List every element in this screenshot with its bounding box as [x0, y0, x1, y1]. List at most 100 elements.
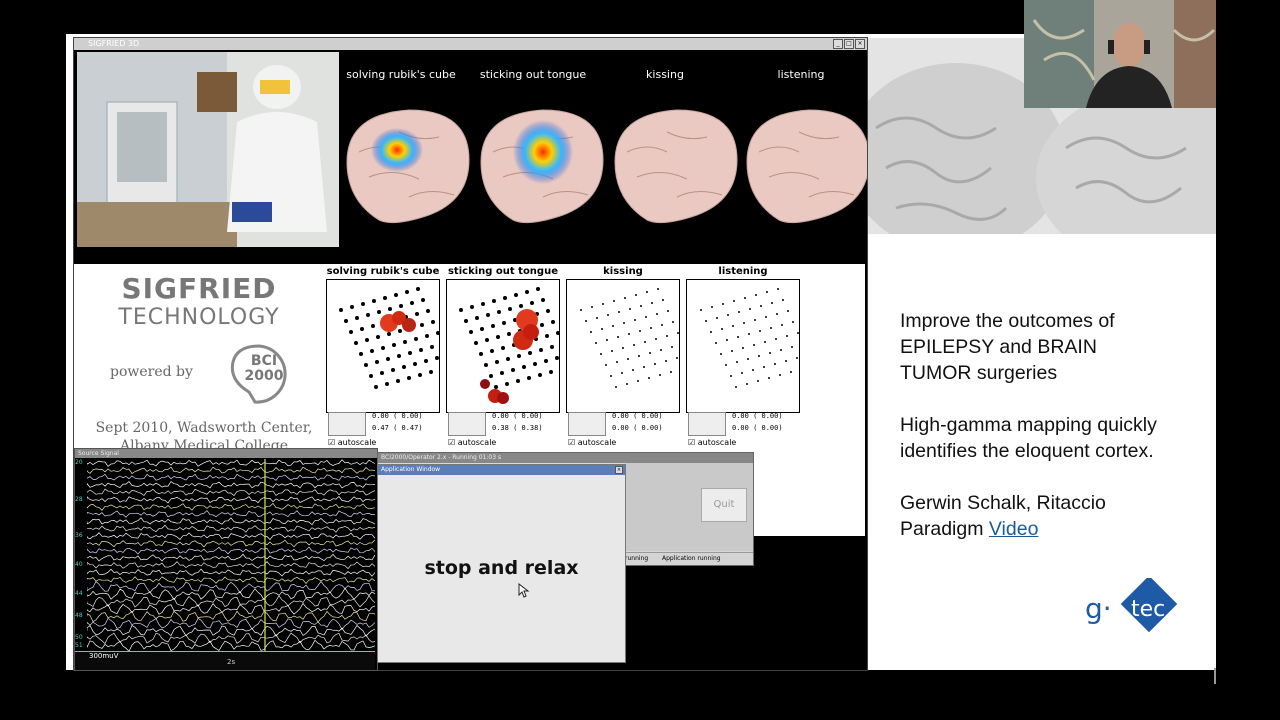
electrode-dot	[505, 382, 509, 386]
maximize-button[interactable]: □	[844, 39, 854, 49]
electrode-dot	[496, 335, 500, 339]
electrode-dot	[610, 375, 612, 377]
electrode-dot	[354, 341, 358, 345]
electrode-dot	[381, 346, 385, 350]
electrode-dot	[640, 305, 642, 307]
electrode-dot	[522, 365, 526, 369]
electrode-dot	[617, 336, 619, 338]
electrode-dot	[591, 306, 593, 308]
autoscale-checkbox[interactable]: ☑ autoscale	[328, 438, 376, 447]
electrode-dot	[459, 308, 463, 312]
grid-slider[interactable]	[328, 412, 366, 436]
electrode-dot	[782, 299, 784, 301]
grid-panel-4: listening 0.00 ( 0.00) 0.00 ( 0.00) ☑ au…	[686, 266, 814, 447]
electrode-dot	[527, 376, 531, 380]
electrode-dot	[430, 345, 434, 349]
electrode-dot	[497, 310, 501, 314]
eeg-channel-trace	[87, 488, 375, 497]
sigfried-logo: SIGFRIED TECHNOLOGY powered by BCI 2000 …	[84, 272, 314, 454]
electrode-grid	[446, 279, 575, 413]
electrode-dot	[416, 287, 420, 291]
grid-value-1: 0.00 ( 0.00)	[372, 412, 423, 420]
electrode-dot	[649, 352, 651, 354]
brain-1	[346, 109, 470, 224]
brain-label: solving rubik's cube	[346, 68, 456, 81]
grid-slider[interactable]	[688, 412, 726, 436]
sigfried-window: SIGFRIED 3D _ □ × solving rubik's cube s…	[73, 37, 868, 671]
electrode-dot	[387, 332, 391, 336]
eeg-channel-trace	[87, 617, 375, 631]
eeg-channel-trace	[87, 517, 375, 526]
brain-label: listening	[777, 68, 825, 81]
badge-text: BCI 2000	[244, 353, 284, 384]
grid-panel-1: solving rubik's cube 0.00 ( 0.00) 0.47 (…	[326, 266, 455, 447]
electrode-dot	[737, 336, 739, 338]
electrode-dot	[426, 309, 430, 313]
electrode-dot	[383, 296, 387, 300]
electrode-dot	[716, 317, 718, 319]
electrode-dot	[720, 353, 722, 355]
electrode-dot	[421, 298, 425, 302]
channel-label: 28	[75, 495, 83, 503]
electrode-dot	[388, 307, 392, 311]
electrode-dot	[555, 356, 559, 360]
electrode-dot	[392, 343, 396, 347]
electrode-dot	[790, 371, 792, 373]
electrode-dot	[671, 346, 673, 348]
eeg-traces	[87, 459, 375, 651]
electrode-dot	[538, 373, 542, 377]
electrode-dot	[760, 305, 762, 307]
electrode-dot	[643, 366, 645, 368]
electrode-dot	[602, 303, 604, 305]
electrode-dot	[580, 309, 582, 311]
electrode-dot	[469, 330, 473, 334]
electrode-dot	[394, 293, 398, 297]
electrode-dot	[391, 368, 395, 372]
grid-value-1: 0.00 ( 0.00)	[612, 412, 663, 420]
electrode-plot	[339, 287, 455, 389]
close-button[interactable]: ×	[855, 39, 865, 49]
minimize-button[interactable]: _	[833, 39, 843, 49]
electrode-dot	[503, 296, 507, 300]
electrode-dot	[420, 323, 424, 327]
electrode-dot	[410, 301, 414, 305]
eeg-channel-trace	[87, 502, 375, 511]
electrode-dot	[659, 374, 661, 376]
eeg-channel-trace	[87, 510, 375, 518]
electrode-dot	[424, 359, 428, 363]
autoscale-checkbox[interactable]: ☑ autoscale	[448, 438, 496, 447]
electrode-dot	[769, 352, 771, 354]
electrode-dot	[369, 374, 373, 378]
electrode-dot	[629, 308, 631, 310]
electrode-dot	[670, 371, 672, 373]
autoscale-checkbox[interactable]: ☑ autoscale	[688, 438, 736, 447]
electrode-dot	[791, 346, 793, 348]
eeg-channel-trace	[87, 568, 375, 577]
electrode-dot	[397, 354, 401, 358]
electrode-dot	[507, 332, 511, 336]
grid-slider[interactable]	[568, 412, 606, 436]
grid-value-2: 0.00 ( 0.00)	[612, 424, 663, 432]
video-link[interactable]: Video	[989, 518, 1039, 540]
electrode-dot	[633, 344, 635, 346]
electrode-plot	[459, 287, 575, 404]
grid-slider[interactable]	[448, 412, 486, 436]
electrode-dot	[398, 329, 402, 333]
eeg-channel-trace	[87, 466, 375, 474]
logo-title: SIGFRIED	[121, 272, 277, 305]
electrode-dot	[635, 294, 637, 296]
electrode-dot	[727, 314, 729, 316]
signal-titlebar: Source Signal	[75, 449, 377, 458]
electrode-dot	[634, 319, 636, 321]
mouse-cursor-icon	[518, 583, 530, 598]
app-close-button[interactable]: ×	[615, 466, 623, 474]
source-signal-window: Source Signal 20 28 36 40 44 48 50 51 300muV 2s	[74, 448, 378, 671]
svg-text:g·: g·	[1085, 592, 1112, 625]
autoscale-checkbox[interactable]: ☑ autoscale	[568, 438, 616, 447]
electrode-dot	[540, 323, 544, 327]
electrode-dot	[419, 348, 423, 352]
quit-button[interactable]: Quit	[701, 488, 747, 522]
electrode-dot	[628, 333, 630, 335]
sigfried-titlebar: SIGFRIED 3D _ □ ×	[74, 38, 867, 50]
electrode-dot	[492, 299, 496, 303]
